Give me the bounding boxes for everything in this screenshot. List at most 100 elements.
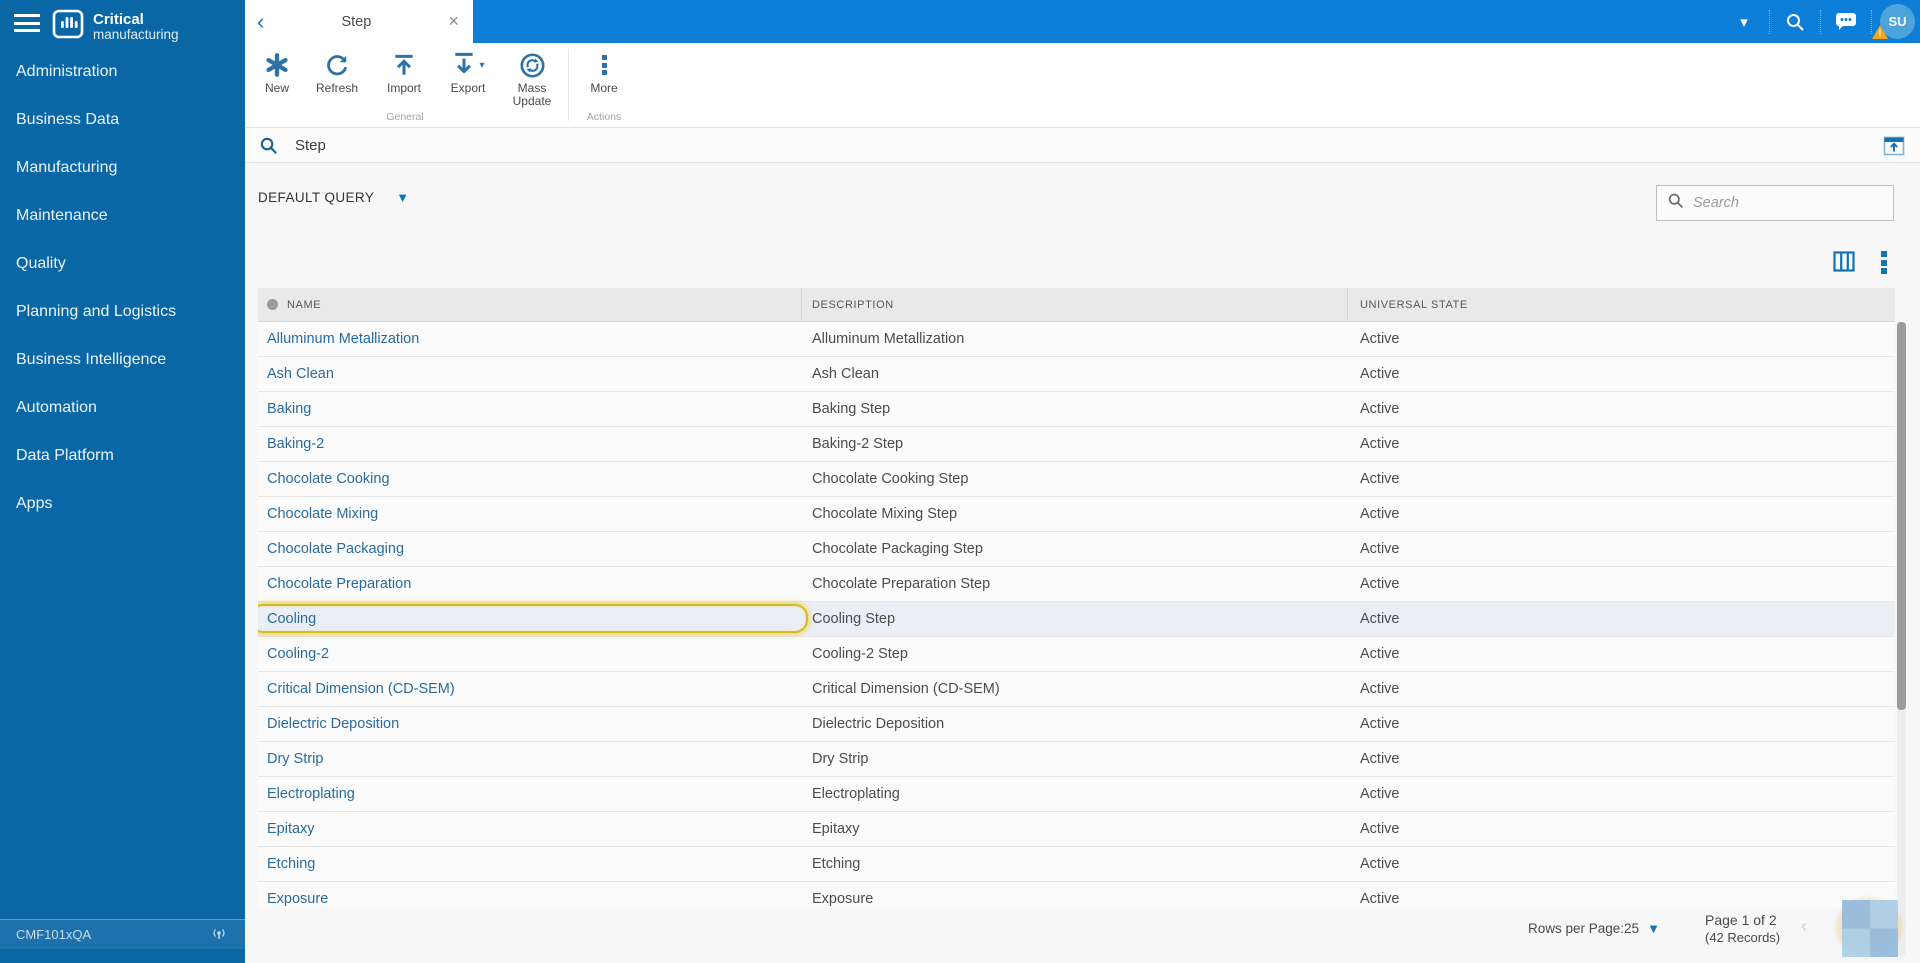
- cell-state: Active: [1360, 471, 1400, 487]
- import-upload-icon: [372, 50, 436, 80]
- sidebar-item-data-platform[interactable]: Data Platform: [0, 432, 245, 480]
- table-row[interactable]: Chocolate Mixing Chocolate Mixing Step A…: [258, 497, 1895, 532]
- top-bar: ‹ Step × ▾ SU !: [245, 0, 1920, 43]
- cell-description: Dry Strip: [812, 751, 869, 767]
- table-row[interactable]: Ash Clean Ash Clean Active: [258, 357, 1895, 392]
- sidebar-item-planning-logistics[interactable]: Planning and Logistics: [0, 288, 245, 336]
- step-name-link[interactable]: Chocolate Mixing: [267, 506, 378, 522]
- topbar-dropdown-caret-icon[interactable]: ▾: [1721, 0, 1767, 43]
- step-name-link[interactable]: Chocolate Preparation: [267, 576, 411, 592]
- step-name-link[interactable]: Dry Strip: [267, 751, 323, 767]
- expand-panel-icon[interactable]: [1883, 136, 1905, 156]
- touch-indicator-square: [1842, 900, 1898, 957]
- toolbar-group-label-general: General: [386, 111, 424, 123]
- sidebar-item-business-data[interactable]: Business Data: [0, 96, 245, 144]
- tab-title: Step: [341, 13, 372, 30]
- step-name-link[interactable]: Dielectric Deposition: [267, 716, 399, 732]
- table-row[interactable]: Chocolate Cooking Chocolate Cooking Step…: [258, 462, 1895, 497]
- cell-state: Active: [1360, 646, 1400, 662]
- step-name-link[interactable]: Ash Clean: [267, 366, 334, 382]
- main-area: ‹ Step × ▾ SU ! New Refresh Import ▾ Exp…: [245, 0, 1920, 963]
- step-name-link[interactable]: Epitaxy: [267, 821, 315, 837]
- table-row[interactable]: Dry Strip Dry Strip Active: [258, 742, 1895, 777]
- sidebar-item-maintenance[interactable]: Maintenance: [0, 192, 245, 240]
- import-button[interactable]: Import: [372, 50, 436, 95]
- table-row[interactable]: Chocolate Packaging Chocolate Packaging …: [258, 532, 1895, 567]
- global-search-icon[interactable]: [1772, 0, 1818, 43]
- vertical-scrollbar-track[interactable]: [1897, 322, 1906, 955]
- sidebar-item-apps[interactable]: Apps: [0, 480, 245, 528]
- vertical-scrollbar-thumb[interactable]: [1897, 322, 1906, 710]
- rows-per-page-label: Rows per Page:25: [1528, 921, 1640, 936]
- table-header: NAME DESCRIPTION UNIVERSAL STATE: [258, 288, 1895, 322]
- step-name-link[interactable]: Cooling-2: [267, 646, 329, 662]
- table-row[interactable]: Epitaxy Epitaxy Active: [258, 812, 1895, 847]
- messages-icon[interactable]: [1823, 0, 1869, 43]
- step-name-link[interactable]: Exposure: [267, 891, 328, 907]
- table-row[interactable]: Exposure Exposure Active: [258, 882, 1895, 908]
- export-dropdown-caret-icon[interactable]: ▾: [479, 60, 484, 71]
- rows-per-page-dropdown[interactable]: Rows per Page:25 ▼: [1528, 921, 1660, 936]
- environment-name: CMF101xQA: [16, 927, 92, 942]
- export-button[interactable]: ▾ Export: [436, 50, 500, 95]
- step-name-link[interactable]: Alluminum Metallization: [267, 331, 419, 347]
- table-row[interactable]: Dielectric Deposition Dielectric Deposit…: [258, 707, 1895, 742]
- step-name-link[interactable]: Baking-2: [267, 436, 324, 452]
- grid-search-input[interactable]: [1693, 195, 1878, 211]
- cell-state: Active: [1360, 611, 1400, 627]
- export-download-icon: [451, 50, 477, 81]
- table-row[interactable]: Critical Dimension (CD-SEM) Critical Dim…: [258, 672, 1895, 707]
- table-row[interactable]: Alluminum Metallization Alluminum Metall…: [258, 322, 1895, 357]
- table-row[interactable]: Cooling-2 Cooling-2 Step Active: [258, 637, 1895, 672]
- cell-description: Electroplating: [812, 786, 900, 802]
- column-settings-icon[interactable]: [1833, 251, 1855, 277]
- column-header-universal-state[interactable]: UNIVERSAL STATE: [1348, 288, 1895, 321]
- new-button[interactable]: New: [245, 50, 309, 95]
- step-name-link[interactable]: Chocolate Cooking: [267, 471, 390, 487]
- step-name-link[interactable]: Chocolate Packaging: [267, 541, 404, 557]
- cell-description: Alluminum Metallization: [812, 331, 965, 347]
- step-name-link[interactable]: Electroplating: [267, 786, 355, 802]
- page-indicator: Page 1 of 2: [1705, 912, 1777, 928]
- table-row[interactable]: Etching Etching Active: [258, 847, 1895, 882]
- entity-search-value[interactable]: Step: [295, 137, 326, 154]
- toolbar-group-label-actions: Actions: [586, 111, 622, 123]
- select-all-circle-icon[interactable]: [267, 299, 278, 310]
- column-header-name[interactable]: NAME: [258, 288, 802, 321]
- cell-description: Critical Dimension (CD-SEM): [812, 681, 1000, 697]
- refresh-button[interactable]: Refresh: [305, 50, 369, 95]
- sidebar-item-administration[interactable]: Administration: [0, 48, 245, 96]
- table-row[interactable]: Chocolate Preparation Chocolate Preparat…: [258, 567, 1895, 602]
- sidebar-item-quality[interactable]: Quality: [0, 240, 245, 288]
- entity-search-bar[interactable]: Step: [245, 128, 1920, 163]
- query-selected-label: DEFAULT QUERY: [258, 190, 375, 205]
- grid-menu-kebab-icon[interactable]: [1881, 251, 1887, 277]
- pagination-info: Page 1 of 2 (42 Records): [1705, 912, 1780, 945]
- cell-description: Cooling-2 Step: [812, 646, 908, 662]
- step-name-link[interactable]: Etching: [267, 856, 315, 872]
- hamburger-menu-icon[interactable]: [14, 14, 40, 32]
- table-row[interactable]: Baking Baking Step Active: [258, 392, 1895, 427]
- more-button[interactable]: More: [572, 50, 636, 95]
- user-avatar[interactable]: SU: [1880, 4, 1915, 39]
- cell-state: Active: [1360, 331, 1400, 347]
- tab-back-icon[interactable]: ‹: [257, 10, 264, 32]
- tab-step[interactable]: ‹ Step ×: [245, 0, 473, 43]
- cell-state: Active: [1360, 891, 1400, 907]
- step-name-link[interactable]: Cooling: [267, 611, 316, 627]
- table-row-highlighted[interactable]: Cooling Cooling Step Active: [258, 602, 1895, 637]
- sidebar-item-business-intelligence[interactable]: Business Intelligence: [0, 336, 245, 384]
- mass-update-button[interactable]: Mass Update: [500, 50, 564, 108]
- sidebar-item-manufacturing[interactable]: Manufacturing: [0, 144, 245, 192]
- tab-close-icon[interactable]: ×: [448, 11, 459, 32]
- previous-page-icon[interactable]: ‹: [1801, 916, 1807, 937]
- sidebar-item-automation[interactable]: Automation: [0, 384, 245, 432]
- steps-table: NAME DESCRIPTION UNIVERSAL STATE Allumin…: [258, 288, 1895, 908]
- query-selector[interactable]: DEFAULT QUERY ▼: [258, 190, 409, 205]
- table-row[interactable]: Baking-2 Baking-2 Step Active: [258, 427, 1895, 462]
- column-header-description[interactable]: DESCRIPTION: [802, 288, 1348, 321]
- table-row[interactable]: Electroplating Electroplating Active: [258, 777, 1895, 812]
- grid-search-box[interactable]: [1656, 185, 1894, 221]
- step-name-link[interactable]: Critical Dimension (CD-SEM): [267, 681, 455, 697]
- step-name-link[interactable]: Baking: [267, 401, 311, 417]
